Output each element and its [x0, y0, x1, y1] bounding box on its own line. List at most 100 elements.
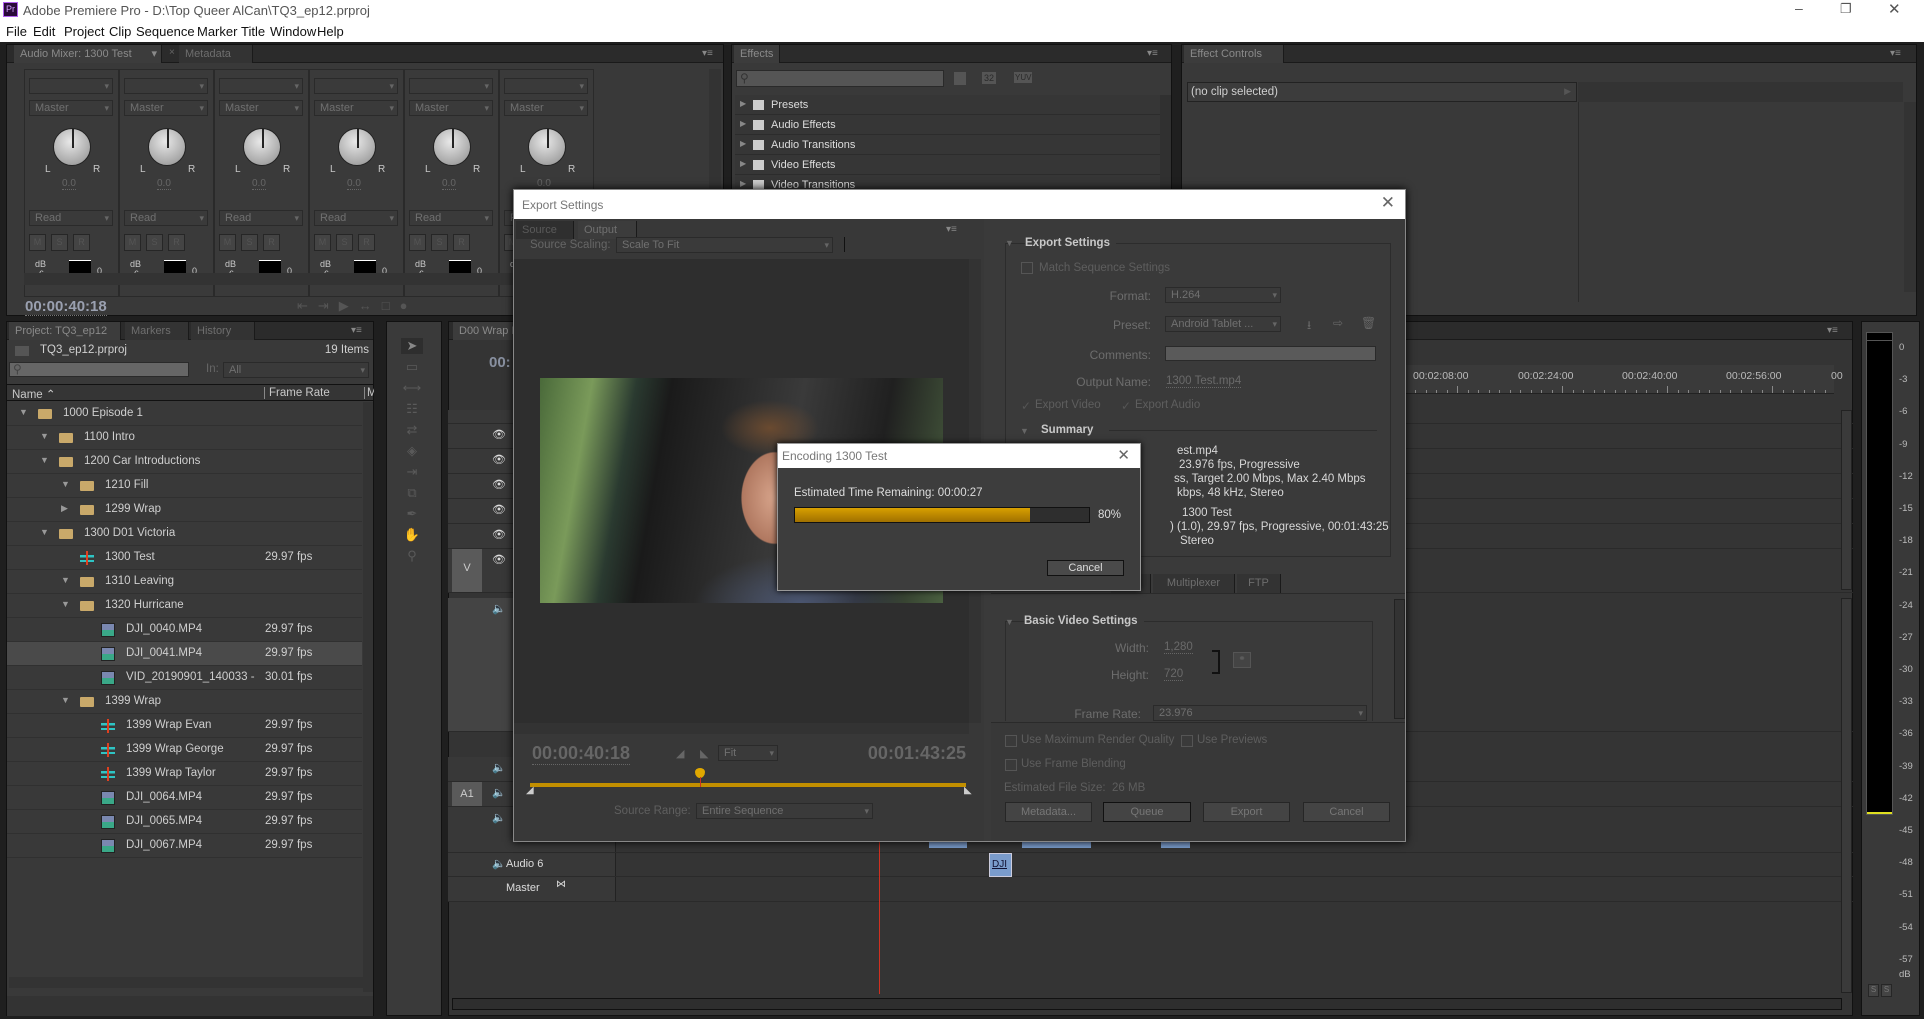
tab-markers[interactable]: Markers: [125, 322, 189, 340]
track-select-tool-icon[interactable]: ▭: [401, 359, 423, 375]
constrain-proportions-icon[interactable]: ⚭: [1233, 652, 1251, 668]
metadata-button[interactable]: Metadata...: [1005, 802, 1092, 822]
height-value[interactable]: 720: [1164, 668, 1184, 681]
chevron-right-icon[interactable]: ▶: [740, 119, 746, 128]
export-button[interactable]: Export: [1203, 802, 1290, 822]
disclosure-open-icon[interactable]: ▼: [19, 407, 28, 417]
width-value[interactable]: 1,280: [1164, 641, 1193, 654]
eye-icon[interactable]: 👁: [492, 453, 506, 466]
track-target-v[interactable]: V: [452, 549, 482, 592]
project-item[interactable]: 1399 Wrap Evan 29.97 fps: [7, 714, 362, 738]
chevron-right-icon[interactable]: ▶: [740, 99, 746, 108]
yuv-effects-icon[interactable]: YUV: [1014, 72, 1033, 83]
record-button[interactable]: R: [358, 234, 375, 251]
transport-controls-icon[interactable]: ⇤⇥▶↔□●: [297, 298, 418, 314]
mute-button[interactable]: M: [314, 234, 331, 251]
mute-button[interactable]: M: [124, 234, 141, 251]
slip-tool-icon[interactable]: ⇥: [401, 464, 423, 480]
set-out-point-icon[interactable]: ◣: [700, 747, 708, 760]
panel-menu-icon[interactable]: ▾≡: [702, 48, 713, 59]
source-scaling-dropdown[interactable]: Scale To Fit ▾: [616, 237, 833, 253]
disclosure-open-icon[interactable]: ▼: [40, 455, 49, 465]
mute-button[interactable]: M: [29, 234, 46, 251]
speaker-icon[interactable]: 🔈: [492, 811, 506, 824]
pan-value[interactable]: 0.0: [252, 178, 266, 190]
settings-scrollbar[interactable]: [1394, 599, 1405, 719]
panel-menu-icon[interactable]: ▾≡: [1890, 48, 1901, 59]
timeline-v-scrollbar-audio[interactable]: [1841, 598, 1852, 993]
tab-source[interactable]: Source: [516, 221, 574, 239]
disclosure-open-icon[interactable]: ▼: [40, 527, 49, 537]
project-h-scrollbar[interactable]: [9, 977, 371, 988]
project-item[interactable]: ▼ 1310 Leaving: [7, 570, 362, 594]
out-point-handle[interactable]: ◣: [964, 785, 972, 796]
slide-tool-icon[interactable]: ⧉: [401, 485, 423, 501]
disclosure-open-icon[interactable]: ▼: [61, 695, 70, 705]
eye-icon[interactable]: 👁: [492, 553, 506, 566]
record-button[interactable]: R: [453, 234, 470, 251]
project-item[interactable]: ▼ 1100 Intro: [7, 426, 362, 450]
chevron-down-icon[interactable]: ▾: [151, 45, 157, 63]
menu-help[interactable]: Help: [317, 24, 344, 39]
effects-folder-presets[interactable]: ▶ Presets: [735, 95, 1160, 115]
track-target-a1[interactable]: A1: [452, 782, 482, 806]
menu-marker[interactable]: Marker: [197, 24, 237, 39]
timeline-track[interactable]: Master ⋈: [448, 877, 1853, 902]
meter-solo-button[interactable]: S: [1881, 984, 1892, 997]
preset-dropdown[interactable]: Android Tablet ... ▾: [1165, 316, 1281, 332]
chevron-right-icon[interactable]: ▶: [740, 159, 746, 168]
eye-icon[interactable]: 👁: [492, 503, 506, 516]
pan-value[interactable]: 0.0: [442, 178, 456, 190]
zoom-dropdown[interactable]: Fit ▾: [718, 745, 778, 761]
solo-button[interactable]: S: [241, 234, 258, 251]
menu-sequence[interactable]: Sequence: [136, 24, 195, 39]
tab-audio-mixer[interactable]: Audio Mixer: 1300 Test ▾: [14, 45, 162, 63]
project-search-input[interactable]: ⚲: [9, 362, 189, 377]
project-item[interactable]: ▼ 1200 Car Introductions: [7, 450, 362, 474]
tab-ftp[interactable]: FTP: [1237, 574, 1281, 593]
pan-knob[interactable]: [148, 128, 186, 166]
project-item[interactable]: DJI_0041.MP4 29.97 fps: [7, 642, 362, 666]
speaker-icon[interactable]: 🔈: [492, 761, 506, 774]
automation-mode-dropdown[interactable]: Read▾: [124, 210, 208, 226]
match-sequence-checkbox[interactable]: [1021, 262, 1033, 274]
pan-knob[interactable]: [338, 128, 376, 166]
timeline-v-scrollbar[interactable]: [1841, 410, 1852, 590]
automation-mode-dropdown[interactable]: Read▾: [314, 210, 398, 226]
input-dropdown[interactable]: ▾: [314, 78, 398, 94]
accelerated-effects-icon[interactable]: [954, 72, 966, 85]
input-dropdown[interactable]: ▾: [219, 78, 303, 94]
disclosure-open-icon[interactable]: ▼: [61, 575, 70, 585]
rate-stretch-tool-icon[interactable]: ⇄: [401, 422, 423, 438]
razor-tool-icon[interactable]: ◈: [401, 443, 423, 459]
speaker-icon[interactable]: 🔈: [492, 602, 506, 615]
project-item[interactable]: ▼ 1300 D01 Victoria: [7, 522, 362, 546]
solo-button[interactable]: S: [51, 234, 68, 251]
disclosure-open-icon[interactable]: ▼: [40, 431, 49, 441]
timeline-timecode[interactable]: 00:: [489, 354, 511, 371]
frame-blending-checkbox[interactable]: [1005, 759, 1017, 771]
chevron-right-icon[interactable]: ▶: [740, 139, 746, 148]
project-item[interactable]: VID_20190901_140033 - 30.01 fps: [7, 666, 362, 690]
menu-window[interactable]: Window: [270, 24, 316, 39]
collapse-icon[interactable]: ▼: [1005, 617, 1014, 627]
32bit-effects-icon[interactable]: 32: [982, 72, 997, 84]
eye-icon[interactable]: 👁: [492, 428, 506, 441]
selection-tool-icon[interactable]: ➤: [401, 338, 423, 354]
solo-button[interactable]: S: [146, 234, 163, 251]
tab-project[interactable]: Project: TQ3_ep12: [9, 322, 121, 340]
source-range-bar[interactable]: [530, 783, 966, 787]
encoding-cancel-button[interactable]: Cancel: [1047, 560, 1124, 576]
speaker-icon[interactable]: 🔈: [492, 857, 506, 870]
project-item[interactable]: 1300 Test 29.97 fps: [7, 546, 362, 570]
project-v-scrollbar[interactable]: [363, 402, 373, 992]
project-item[interactable]: DJI_0040.MP4 29.97 fps: [7, 618, 362, 642]
output-dropdown[interactable]: Master ▾: [314, 100, 398, 116]
project-item[interactable]: ▼ 1210 Fill: [7, 474, 362, 498]
output-name-link[interactable]: 1300 Test.mp4: [1166, 375, 1242, 388]
solo-button[interactable]: S: [336, 234, 353, 251]
effects-folder-audio-transitions[interactable]: ▶ Audio Transitions: [735, 135, 1160, 155]
disclosure-closed-icon[interactable]: ▶: [61, 503, 68, 514]
eye-icon[interactable]: 👁: [492, 528, 506, 541]
speaker-icon[interactable]: 🔈: [492, 786, 506, 799]
